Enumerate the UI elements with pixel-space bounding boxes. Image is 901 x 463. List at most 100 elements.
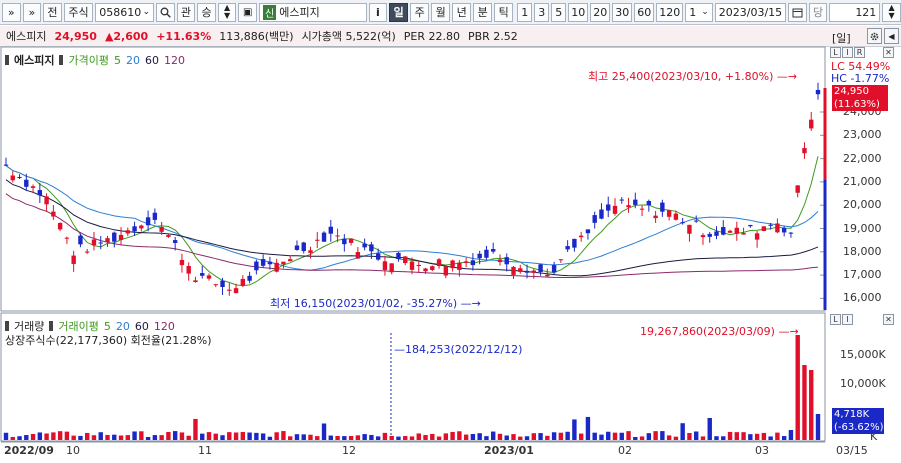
price-legend: 에스피지 가격이평 5 20 60 120 [5, 52, 185, 68]
volume-panel-scale-icon[interactable]: I [842, 314, 853, 325]
bar-count-field[interactable]: 121 [829, 2, 881, 22]
panel-reset-icon[interactable]: R [854, 47, 865, 58]
jeon-button[interactable]: 전 [43, 2, 62, 22]
volume-bar [748, 434, 753, 440]
candle-body [531, 270, 536, 273]
volume-bar [538, 433, 543, 440]
panel-scale-icon[interactable]: I [842, 47, 853, 58]
price-tick: 16,000 [843, 291, 882, 305]
interval-button-10[interactable]: 10 [568, 2, 589, 22]
bar-count-stepper-icon[interactable]: ▲ ▼ [882, 2, 901, 22]
interval-button-20[interactable]: 20 [590, 2, 611, 22]
market-type-label[interactable]: 주식 [63, 2, 94, 22]
x-label-2022-09: 2022/09 [4, 444, 54, 457]
interval-button-120[interactable]: 120 [656, 2, 684, 22]
period-tab-5[interactable]: 틱 [494, 2, 514, 22]
candle-body [612, 205, 618, 214]
volume-bar [531, 433, 536, 440]
candle-body [673, 213, 679, 220]
interval-button-60[interactable]: 60 [634, 2, 655, 22]
count-field[interactable]: 1 ⌄ [685, 2, 713, 22]
period-tabs: 일주월년분틱 [389, 2, 514, 22]
candle-body [403, 256, 408, 264]
volume-panel-close-icon[interactable]: ✕ [883, 314, 894, 325]
volume-bar [606, 431, 611, 440]
period-tab-1[interactable]: 주 [410, 2, 430, 22]
candle-body [592, 215, 597, 223]
candle-body [768, 224, 773, 226]
date-field[interactable]: 2023/03/15 [714, 2, 787, 22]
gwan-button[interactable]: 관 [176, 2, 196, 22]
volume-bar [186, 435, 191, 440]
legend-ma120[interactable]: 120 [164, 54, 185, 67]
interval-button-30[interactable]: 30 [612, 2, 633, 22]
candle-body [24, 179, 29, 187]
shin-badge: 신 [263, 4, 277, 20]
candle-body [477, 253, 482, 259]
legend-vma120[interactable]: 120 [154, 320, 175, 333]
candlesticks [3, 82, 821, 296]
volume-bar [179, 432, 185, 440]
candle-body [132, 226, 137, 232]
candle-body [430, 266, 435, 271]
period-tab-0[interactable]: 일 [389, 2, 409, 22]
volume-bar [206, 432, 212, 440]
nav-next-button[interactable]: » [22, 2, 42, 22]
nav-prev-button[interactable]: » [2, 2, 21, 22]
price-tick: 18,000 [843, 244, 882, 258]
price-info-bar: 에스피지 24,950 ▲2,600 +11.63% 113,886(백만) 시… [0, 26, 901, 47]
legend-vma60[interactable]: 60 [135, 320, 149, 333]
sang-button[interactable]: 승 [197, 2, 216, 22]
period-tab-3[interactable]: 년 [452, 2, 472, 22]
candle-body [436, 259, 442, 267]
panel-close-icon[interactable]: ✕ [883, 47, 894, 58]
settings-small-icon[interactable]: ▣ [238, 2, 258, 22]
collapse-arrow-icon[interactable]: ◀ [884, 28, 899, 44]
panel-lock-icon[interactable]: L [830, 47, 841, 58]
legend-ma5[interactable]: 5 [114, 54, 121, 67]
volume-bar [795, 335, 800, 440]
period-tab-4[interactable]: 분 [473, 2, 493, 22]
period-tag[interactable]: [일] [832, 30, 851, 46]
volume-bar [145, 436, 151, 440]
legend-vma20[interactable]: 20 [116, 320, 130, 333]
volume-bar [37, 432, 43, 440]
candle-body [470, 260, 476, 266]
chevron-down-icon[interactable]: ⌄ [143, 7, 151, 17]
legend-ma20[interactable]: 20 [126, 54, 140, 67]
info-button[interactable]: i [368, 2, 388, 22]
dang-button[interactable]: 당 [808, 2, 828, 22]
volume-bar [24, 435, 29, 440]
candle-body [795, 185, 800, 193]
chevron-down-icon[interactable]: ⌄ [701, 7, 709, 17]
volume-bar [227, 432, 232, 440]
legend-vma5[interactable]: 5 [104, 320, 111, 333]
volume-bar [680, 423, 685, 440]
legend-ma-title[interactable]: 가격이평 [68, 52, 108, 68]
x-label-12: 12 [342, 444, 356, 457]
legend-handle-icon [49, 321, 54, 331]
stock-code-field[interactable]: 058610 ⌄ [95, 2, 155, 22]
interval-button-5[interactable]: 5 [551, 2, 567, 22]
volume-panel-lock-icon[interactable]: L [830, 314, 841, 325]
calendar-icon[interactable] [788, 2, 807, 22]
period-tab-2[interactable]: 월 [431, 2, 451, 22]
volume-bar [592, 432, 597, 440]
stock-name-field[interactable]: 신 에스피지 [259, 2, 367, 22]
interval-button-3[interactable]: 3 [534, 2, 550, 22]
candle-body [179, 259, 185, 266]
interval-button-1[interactable]: 1 [517, 2, 533, 22]
x-label-11: 11 [198, 444, 212, 457]
candle-body [639, 208, 645, 210]
candle-body [457, 262, 462, 270]
volume-bar [152, 435, 158, 440]
volume-bar [71, 435, 76, 440]
candle-body [653, 215, 658, 219]
search-icon[interactable] [156, 2, 175, 22]
volume-bar [673, 436, 679, 440]
up-down-stepper-icon[interactable]: ▲ ▼ [217, 2, 237, 22]
price-grid [820, 111, 825, 299]
gear-icon[interactable] [867, 28, 882, 44]
legend-stock-name[interactable]: 에스피지 [14, 52, 54, 68]
legend-ma60[interactable]: 60 [145, 54, 159, 67]
